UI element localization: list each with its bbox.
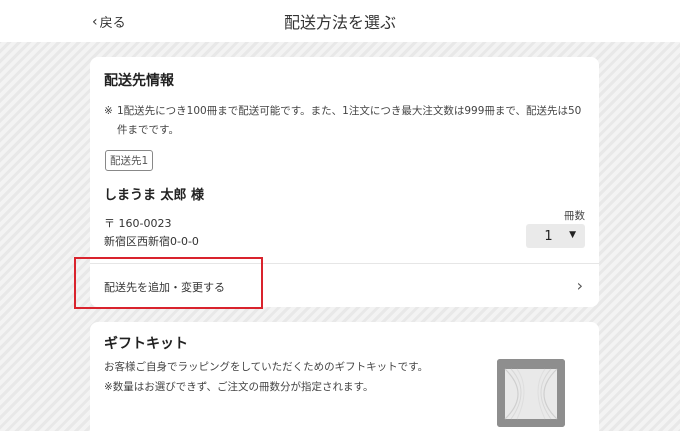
gift-kit-card: ギフトキット お客様ご自身でラッピングをしていただくためのギフトキットです。 ※… xyxy=(90,322,599,431)
note-text: 1配送先につき100冊まで配送可能です。また、1注文につき最大注文数は999冊ま… xyxy=(117,105,582,136)
note-mark: ※ xyxy=(104,105,113,117)
delivery-note: ※ 1配送先につき100冊まで配送可能です。また、1注文につき最大注文数は999… xyxy=(104,102,584,140)
delivery-info-title: 配送先情報 xyxy=(104,73,174,89)
highlight-box xyxy=(74,257,263,309)
address: 新宿区西新宿0-0-0 xyxy=(104,235,199,248)
page-title: 配送方法を選ぶ xyxy=(283,13,396,32)
gift-kit-note: ※数量はお選びできず、ご注文の冊数分が指定されます。 xyxy=(104,381,374,393)
caret-down-icon: ▼ xyxy=(569,230,576,240)
gift-kit-description: お客様ご自身でラッピングをしていただくためのギフトキットです。 xyxy=(104,361,429,373)
quantity-label: 冊数 xyxy=(564,210,585,222)
gift-kit-image xyxy=(497,359,565,427)
quantity-select[interactable]: 1 ▼ xyxy=(526,224,585,248)
postal-code: 〒 160-0023 xyxy=(104,217,172,230)
recipient-name: しまうま 太郎 様 xyxy=(104,188,205,203)
chevron-right-icon: › xyxy=(576,276,583,295)
header-bar: ‹ 戻る 配送方法を選ぶ xyxy=(0,0,680,42)
gift-kit-title: ギフトキット xyxy=(104,336,188,352)
delivery-destination-tag: 配送先1 xyxy=(105,150,154,171)
quantity-value: 1 xyxy=(544,228,553,244)
